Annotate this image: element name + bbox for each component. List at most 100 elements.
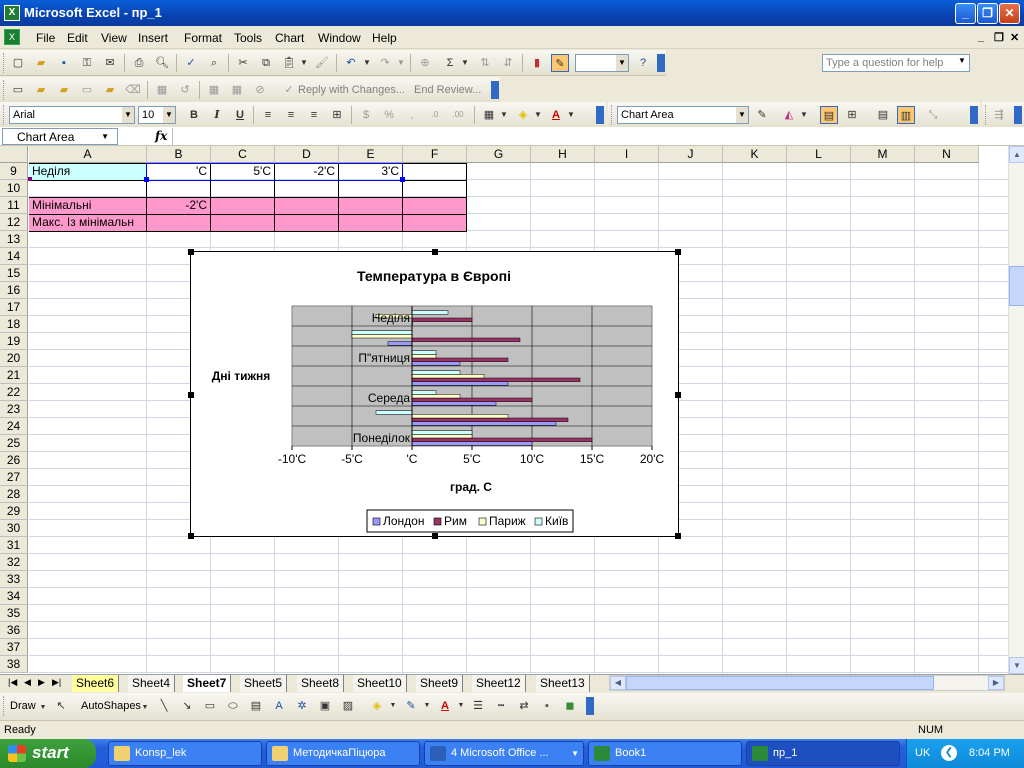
workbook-minimize-button[interactable]: _ <box>978 31 984 43</box>
chevron-down-icon[interactable]: ▼ <box>736 107 748 123</box>
ask-question-input[interactable]: Type a question for help ▼ <box>822 54 970 72</box>
autoshapes-menu[interactable]: AutoShapes <box>81 700 141 712</box>
next-comment-icon[interactable]: ▰ <box>55 81 73 99</box>
fill-color-icon[interactable]: ◈ <box>514 106 532 124</box>
line-icon[interactable]: ╲ <box>155 697 173 715</box>
print-icon[interactable]: ⎙ <box>130 54 148 72</box>
cut-icon[interactable]: ✂ <box>234 54 252 72</box>
menu-window[interactable]: Window <box>318 31 361 45</box>
menu-edit[interactable]: Edit <box>67 31 88 45</box>
cell-b9[interactable]: 'C <box>147 163 210 180</box>
taskbar-item[interactable]: Konsp_lek <box>108 741 262 766</box>
chart-objects-combo[interactable]: Chart Area ▼ <box>617 106 749 124</box>
font-size-combo[interactable]: 10 ▼ <box>138 106 176 124</box>
chevron-down-icon[interactable]: ▼ <box>362 54 372 72</box>
chevron-down-icon[interactable]: ▼ <box>140 699 150 717</box>
font-combo[interactable]: Arial ▼ <box>9 106 135 124</box>
diagram-icon[interactable]: ✲ <box>293 697 311 715</box>
arrow-icon[interactable]: ↘ <box>178 697 196 715</box>
scroll-down-icon[interactable]: ▼ <box>1009 657 1024 674</box>
toolbar-grip[interactable] <box>985 105 988 125</box>
cell-a9[interactable]: Неділя <box>29 163 146 180</box>
line-color-icon[interactable]: ✎ <box>402 697 420 715</box>
toolbar-options[interactable] <box>970 106 978 124</box>
zoom-combo[interactable]: ▼ <box>575 54 629 72</box>
resize-handle[interactable] <box>675 533 681 539</box>
italic-button[interactable]: I <box>208 106 226 124</box>
new-icon[interactable]: ▢ <box>9 54 27 72</box>
cell-e9[interactable]: 3'C <box>339 163 402 180</box>
format-chart-area-icon[interactable]: ✎ <box>753 106 771 124</box>
text-box-icon[interactable]: ▤ <box>247 697 265 715</box>
vertical-scrollbar[interactable]: ▲ ▼ <box>1008 146 1024 674</box>
resize-handle[interactable] <box>188 249 194 255</box>
cell-d9[interactable]: -2'C <box>275 163 338 180</box>
fill-color-icon[interactable]: ◈ <box>368 697 386 715</box>
angle-text-downward-icon[interactable]: ⤡ <box>924 106 942 124</box>
sheet-tab[interactable]: Sheet12 <box>472 675 526 692</box>
toolbar-options[interactable] <box>596 106 604 124</box>
taskbar-item[interactable]: МетодичкаПіцюра <box>266 741 420 766</box>
chevron-down-icon[interactable]: ▼ <box>566 106 576 124</box>
hyperlink-icon[interactable]: ⊕ <box>416 54 434 72</box>
paste-icon[interactable]: 📋︎ <box>280 54 298 72</box>
resize-handle[interactable] <box>675 392 681 398</box>
menu-file[interactable]: File <box>36 31 55 45</box>
taskbar-item[interactable]: Book1 <box>588 741 742 766</box>
font-color-icon[interactable]: A <box>547 106 565 124</box>
show-comment-icon[interactable]: ▭ <box>78 81 96 99</box>
close-button[interactable]: ✕ <box>999 3 1020 24</box>
menu-insert[interactable]: Insert <box>138 31 168 45</box>
copy-icon[interactable]: ⧉ <box>257 54 275 72</box>
redo-icon[interactable]: ↷ <box>376 54 394 72</box>
taskbar-item[interactable]: 4 Microsoft Office ... ▼ <box>424 741 584 766</box>
sheet-tab[interactable]: Sheet13 <box>536 675 590 692</box>
plot-area[interactable]: Понеділок Середа П"ятниця Неділя -10'C -5'C 'C… <box>278 305 665 466</box>
first-sheet-icon[interactable]: |◀ <box>8 677 17 688</box>
toolbar-grip[interactable] <box>3 53 6 73</box>
chevron-down-icon[interactable]: ▼ <box>456 697 466 715</box>
scroll-thumb[interactable] <box>626 676 934 690</box>
toolbar-options[interactable] <box>586 697 594 715</box>
chevron-left-icon[interactable]: ❮ <box>941 745 957 761</box>
sheet-tab[interactable]: Sheet6 <box>72 675 120 692</box>
clip-art-icon[interactable]: ▣ <box>316 697 334 715</box>
cell-b11[interactable]: -2'C <box>147 197 210 214</box>
start-button[interactable]: start <box>0 739 96 768</box>
chart-type-icon[interactable]: ◭ <box>780 106 798 124</box>
workbook-icon[interactable]: X <box>4 29 20 45</box>
toolbar-options[interactable] <box>657 54 665 72</box>
comma-icon[interactable]: , <box>403 106 421 124</box>
bold-button[interactable]: B <box>185 106 203 124</box>
toolbar-icon[interactable]: ⇶ <box>990 106 1008 124</box>
autosum-icon[interactable]: Σ <box>441 54 459 72</box>
menu-chart[interactable]: Chart <box>275 31 304 45</box>
3d-style-icon[interactable]: ◼ <box>561 697 579 715</box>
prev-comment-icon[interactable]: ▰ <box>32 81 50 99</box>
underline-button[interactable]: U <box>231 106 249 124</box>
delete-comment-icon[interactable]: ⌫ <box>124 81 142 99</box>
menu-view[interactable]: View <box>101 31 127 45</box>
cell-a11[interactable]: Мінімальні <box>29 197 146 214</box>
currency-icon[interactable]: $ <box>357 106 375 124</box>
scroll-thumb[interactable] <box>1009 266 1024 306</box>
toolbar-options[interactable] <box>491 81 499 99</box>
chevron-down-icon[interactable]: ▼ <box>101 132 109 141</box>
horizontal-scrollbar[interactable]: ◀ ▶ <box>609 675 1005 691</box>
cell-a12[interactable]: Макс. Із мінімальн <box>29 214 146 231</box>
resize-handle[interactable] <box>188 533 194 539</box>
embedded-chart[interactable]: Температура в Європі Дні тижня град. С П… <box>188 249 681 539</box>
wordart-icon[interactable]: A <box>270 697 288 715</box>
reviewer-icon[interactable]: ⊘ <box>251 81 269 99</box>
toolbar-grip[interactable] <box>3 80 6 100</box>
chevron-down-icon[interactable]: ▼ <box>799 106 809 124</box>
toolbar-grip[interactable] <box>3 105 6 125</box>
chevron-down-icon[interactable]: ▼ <box>396 54 406 72</box>
decrease-decimal-icon[interactable]: .00 <box>449 106 467 124</box>
restore-button[interactable]: ❐ <box>977 3 998 24</box>
by-row-icon[interactable]: ▤ <box>874 106 892 124</box>
legend-icon[interactable]: ▤ <box>820 106 838 124</box>
drawing-icon[interactable]: ✎ <box>551 54 569 72</box>
percent-icon[interactable]: % <box>380 106 398 124</box>
align-center-icon[interactable]: ≡ <box>282 106 300 124</box>
